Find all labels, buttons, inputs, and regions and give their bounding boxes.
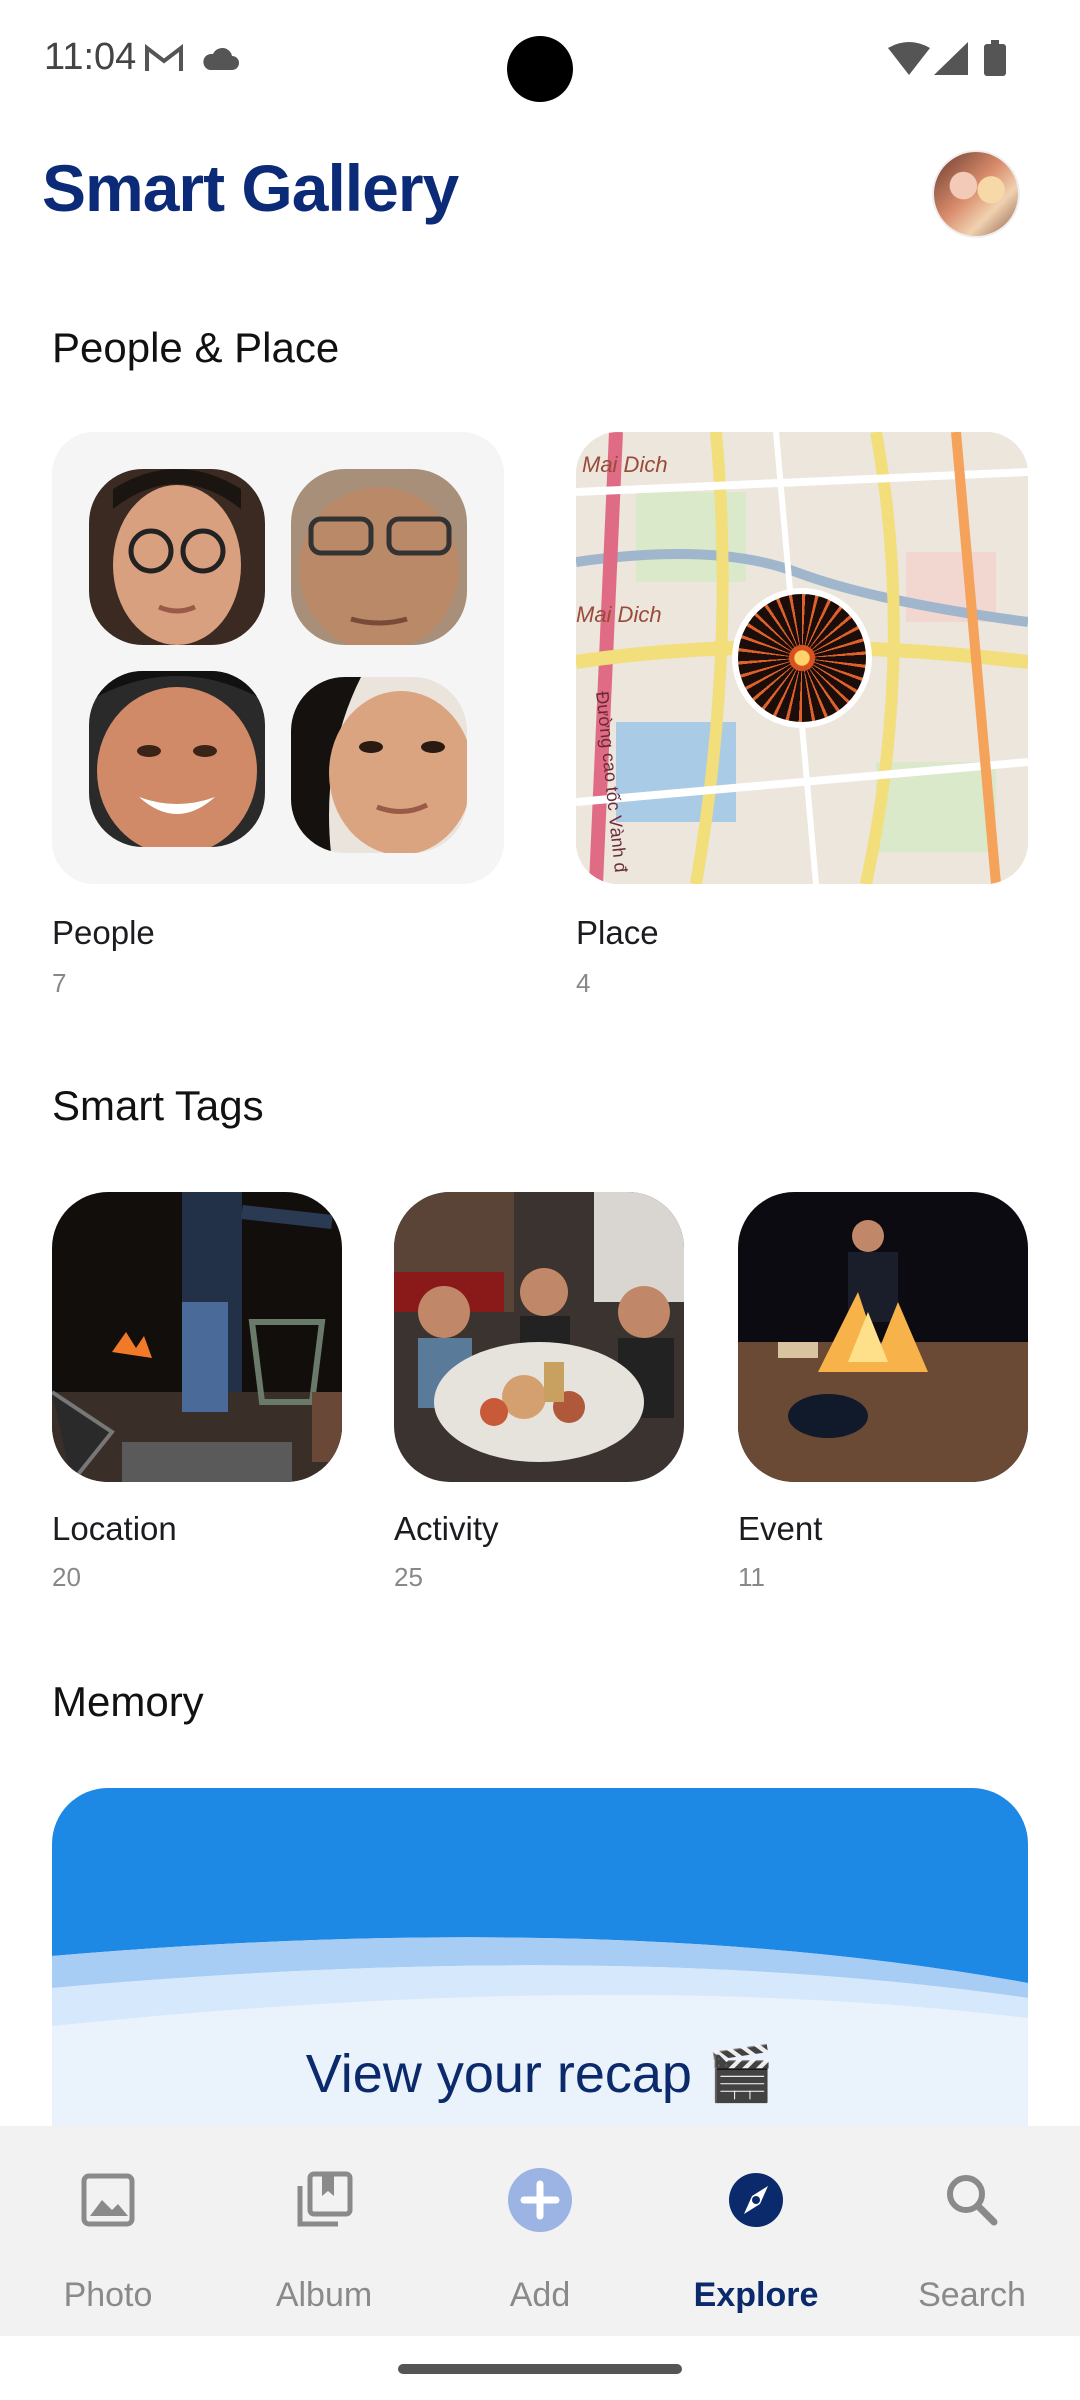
nav-album[interactable]: Album (216, 2126, 432, 2336)
tag-activity-count: 25 (394, 1562, 423, 1592)
camera-cutout (507, 36, 573, 102)
nav-album-label: Album (275, 2276, 373, 2314)
place-count: 4 (576, 968, 591, 998)
status-bar: 11:04 (0, 0, 1080, 120)
people-label: People (52, 914, 155, 951)
tag-activity-label: Activity (394, 1510, 499, 1547)
nav-explore-label: Explore (693, 2276, 819, 2314)
place-card[interactable]: Mai Dich Mai Dich Đường cao tốc Vành đ (576, 432, 1028, 884)
person-face (291, 469, 467, 645)
people-count: 7 (52, 968, 67, 998)
map-label: Mai Dich (576, 602, 662, 627)
smart-tags-title: Smart Tags (52, 1082, 264, 1129)
bottom-navigation: Photo Album Add Explore Search (0, 2126, 1080, 2336)
gmail-icon (144, 43, 184, 79)
photo-icon (74, 2166, 142, 2234)
profile-avatar[interactable] (934, 152, 1018, 236)
add-icon (506, 2166, 574, 2234)
tag-location-count: 20 (52, 1562, 81, 1592)
tag-location-label: Location (52, 1510, 177, 1547)
nav-photo-label: Photo (63, 2276, 153, 2314)
nav-search-label: Search (918, 2276, 1026, 2314)
nav-explore[interactable]: Explore (648, 2126, 864, 2336)
search-icon (938, 2166, 1006, 2234)
gesture-bar (398, 2364, 682, 2374)
app-title: Smart Gallery (42, 151, 459, 225)
recap-cta-text: View your recap 🎬 (305, 2044, 775, 2104)
person-face (89, 469, 265, 645)
tag-location[interactable] (52, 1192, 342, 1482)
nav-add[interactable]: Add (432, 2126, 648, 2336)
signal-icon (934, 42, 970, 81)
tag-event[interactable] (738, 1192, 1028, 1482)
place-label: Place (576, 914, 659, 951)
nav-search[interactable]: Search (864, 2126, 1080, 2336)
wifi-icon (888, 42, 930, 81)
tag-event-count: 11 (738, 1562, 765, 1592)
explore-icon (722, 2166, 790, 2234)
battery-icon (984, 40, 1006, 81)
nav-add-label: Add (509, 2276, 571, 2314)
status-time: 11:04 (44, 36, 137, 78)
place-marker (732, 588, 872, 728)
album-icon (290, 2166, 358, 2234)
tag-event-label: Event (738, 1510, 823, 1547)
memory-title: Memory (52, 1678, 204, 1725)
cloud-icon (200, 46, 240, 77)
tag-activity[interactable] (394, 1192, 684, 1482)
person-face (89, 671, 265, 847)
map-label: Mai Dich (582, 452, 668, 477)
people-place-title: People & Place (52, 324, 340, 371)
people-card[interactable] (52, 432, 504, 884)
nav-photo[interactable]: Photo (0, 2126, 216, 2336)
person-face (291, 677, 467, 853)
